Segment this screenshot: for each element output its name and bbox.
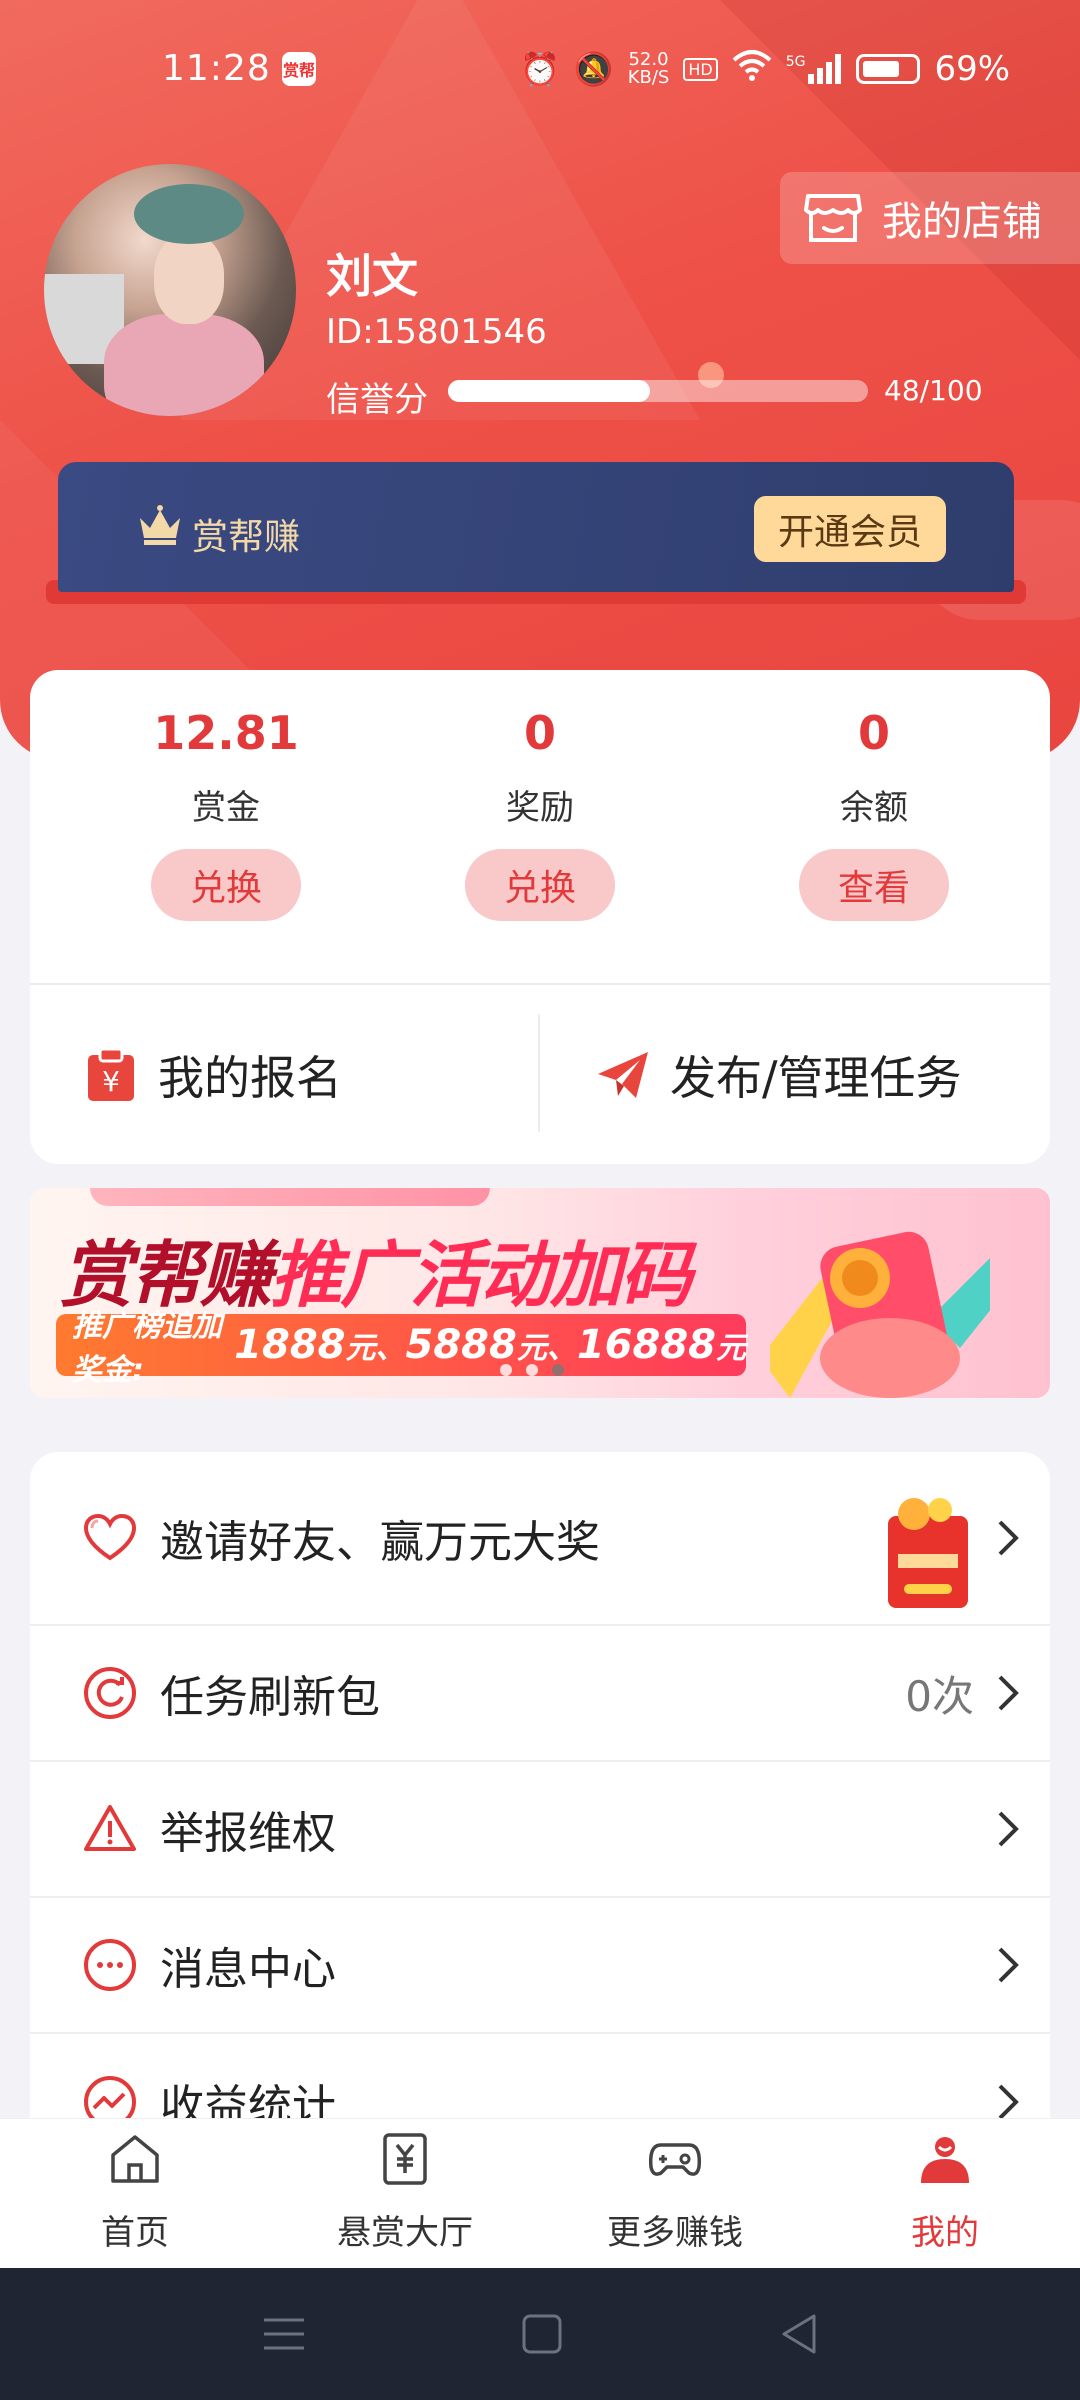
publish-manage-task-label: 发布/管理任务 <box>670 1051 962 1105</box>
promo-banner[interactable]: 赏帮赚推广活动加码 推广榜追加奖金: 1888 元、 5888 元、 16888 元 <box>30 1188 1050 1398</box>
store-icon <box>804 194 862 242</box>
paper-plane-icon <box>598 1052 648 1098</box>
credit-score-value: 48/100 <box>884 374 983 407</box>
balance-value: 0 <box>857 706 890 760</box>
reward-value: 0 <box>523 706 556 760</box>
menu-item-task-refresh-pack[interactable]: 任务刷新包 0次 <box>30 1626 1050 1762</box>
reward-stat: 0 奖励 兑换 <box>390 670 690 921</box>
alarm-icon: ⏰ <box>520 50 560 88</box>
chevron-right-icon <box>998 2084 1019 2120</box>
status-time: 11:28 <box>162 48 271 89</box>
mute-icon: 🔕 <box>573 50 614 88</box>
menu-item-report-rights[interactable]: 举报维权 <box>30 1762 1050 1898</box>
publish-manage-task-button[interactable]: 发布/管理任务 <box>596 1010 962 1140</box>
vip-banner[interactable]: 赏帮赚 开通会员 <box>58 462 1014 592</box>
menu-label: 举报维权 <box>160 1808 336 1859</box>
home-square-icon[interactable] <box>516 2308 568 2360</box>
avatar[interactable] <box>44 164 296 416</box>
menu-label: 消息中心 <box>160 1944 336 1995</box>
warning-icon <box>84 1805 136 1851</box>
user-name: 刘文 <box>326 249 418 303</box>
status-bar: 11:28 赏帮 ⏰ 🔕 52.0 KB/S HD 5G 69% <box>0 0 1080 140</box>
bottom-tab-bar: 首页 悬赏大厅 更多赚钱 我的 <box>0 2118 1080 2268</box>
balance-label: 余额 <box>840 788 908 828</box>
net-speed: 52.0 KB/S <box>627 49 670 88</box>
tab-label: 悬赏大厅 <box>337 2213 473 2253</box>
cell-signal-icon: 5G <box>786 54 843 84</box>
menu-item-invite-friends[interactable]: 邀请好友、赢万元大奖 <box>30 1452 1050 1626</box>
bounty-exchange-button[interactable]: 兑换 <box>151 849 301 921</box>
wallet-card: 12.81 赏金 兑换 0 奖励 兑换 0 余额 查看 ¥ 我的报名 发布/管理… <box>30 670 1050 1164</box>
tab-label: 更多赚钱 <box>607 2213 743 2253</box>
wifi-icon <box>732 48 772 90</box>
balance-stat: 0 余额 查看 <box>724 670 1024 921</box>
yen-document-icon <box>383 2133 427 2185</box>
menu-label: 邀请好友、赢万元大奖 <box>160 1517 600 1568</box>
menu-icon[interactable] <box>258 2308 310 2360</box>
menu-list: 邀请好友、赢万元大奖 任务刷新包 0次 举报维权 消息中心 收益统计 <box>30 1452 1050 2152</box>
tab-mine[interactable]: 我的 <box>810 2131 1080 2254</box>
tab-label: 首页 <box>101 2213 169 2253</box>
user-id: ID:15801546 <box>326 312 547 352</box>
chevron-right-icon <box>998 1947 1019 1983</box>
message-icon <box>84 1939 136 1991</box>
my-signup-label: 我的报名 <box>158 1051 342 1105</box>
banner-pager <box>500 1364 564 1376</box>
open-membership-button[interactable]: 开通会员 <box>754 496 946 562</box>
refresh-icon <box>84 1667 136 1719</box>
vip-label: 赏帮赚 <box>192 517 301 558</box>
bounty-value: 12.81 <box>153 706 299 760</box>
red-envelope-prize-icon <box>888 1498 968 1608</box>
my-shop-label: 我的店铺 <box>882 199 1042 245</box>
credit-score-bar <box>448 380 868 402</box>
gamepad-icon <box>648 2143 702 2176</box>
battery-percent: 69% <box>934 49 1011 89</box>
back-icon[interactable] <box>774 2308 826 2360</box>
chevron-right-icon <box>998 1520 1019 1556</box>
my-shop-button[interactable]: 我的店铺 <box>780 172 1080 264</box>
chevron-right-icon <box>998 1675 1019 1711</box>
home-icon <box>111 2135 159 2183</box>
clipboard-yen-icon: ¥ <box>88 1047 134 1101</box>
hd-icon: HD <box>683 57 718 81</box>
balance-view-button[interactable]: 查看 <box>799 849 949 921</box>
menu-item-message-center[interactable]: 消息中心 <box>30 1898 1050 2034</box>
promo-subtitle: 推广榜追加奖金: 1888 元、 5888 元、 16888 元 <box>56 1309 746 1388</box>
svg-text:¥: ¥ <box>102 1065 120 1098</box>
reward-label: 奖励 <box>506 788 574 828</box>
my-signup-button[interactable]: ¥ 我的报名 <box>86 1010 342 1140</box>
menu-label: 任务刷新包 <box>160 1672 380 1723</box>
tab-label: 我的 <box>911 2213 979 2253</box>
chevron-right-icon <box>998 1811 1019 1847</box>
credit-score-fill <box>448 380 650 402</box>
red-envelope-hand-illustration <box>770 1231 990 1398</box>
heart-icon <box>83 1513 137 1561</box>
credit-score-label: 信誉分 <box>326 380 428 420</box>
menu-value: 0次 <box>905 1671 974 1721</box>
tab-bounty-hall[interactable]: 悬赏大厅 <box>270 2131 540 2254</box>
bounty-stat: 12.81 赏金 兑换 <box>76 670 376 921</box>
tab-home[interactable]: 首页 <box>0 2131 270 2254</box>
system-navigation-bar <box>0 2268 1080 2400</box>
user-icon <box>921 2137 969 2183</box>
app-notification-icon: 赏帮 <box>282 52 316 86</box>
crown-icon <box>140 505 180 545</box>
battery-icon <box>856 54 921 84</box>
tab-more-earning[interactable]: 更多赚钱 <box>540 2131 810 2254</box>
reward-exchange-button[interactable]: 兑换 <box>465 849 615 921</box>
bounty-label: 赏金 <box>192 788 260 828</box>
